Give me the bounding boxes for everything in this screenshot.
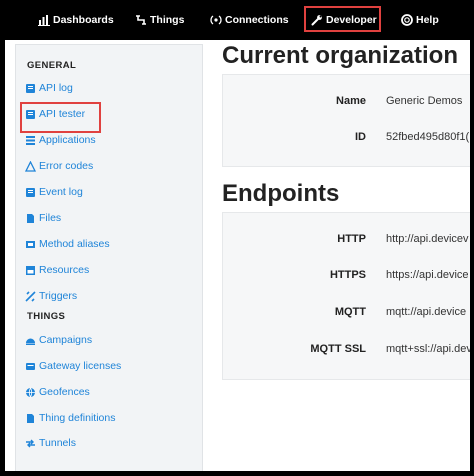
book-icon [25,187,36,198]
endpoint-row-http: HTTP http://api.devicev [223,233,470,249]
field-label: Name [336,95,366,107]
sidebar-item-label: Event log [39,186,83,198]
book-icon [25,83,36,94]
field-label: MQTT SSL [310,343,366,355]
sidebar-item-thing-definitions[interactable]: Thing definitions [25,411,115,425]
connections-icon [210,14,222,26]
sidebar-item-label: Geofences [39,386,90,398]
organization-panel: Name Generic Demos ID 52fbed495d80f1( [222,74,470,167]
field-label: HTTP [337,233,366,245]
file-icon [25,413,36,424]
nav-item-help[interactable]: Help [401,12,439,28]
endpoint-value: https://api.device [386,269,469,281]
applications-icon [25,135,36,146]
sidebar-heading-things: THINGS [27,311,66,322]
sidebar-item-label: Gateway licenses [39,360,122,372]
sidebar-item-label: Thing definitions [39,412,116,424]
endpoint-row-mqtt: MQTT mqtt://api.device [223,306,470,322]
organization-name-value: Generic Demos [386,95,463,107]
developer-highlight-box [304,6,381,32]
nav-item-label: Connections [225,14,289,26]
sidebar-item-method-aliases[interactable]: Method aliases [25,237,110,251]
content-area: GENERAL API log API tester Applications … [5,40,470,471]
tunnels-icon [25,438,36,449]
sidebar-item-geofences[interactable]: Geofences [25,385,90,399]
nav-item-connections[interactable]: Connections [210,12,289,28]
organization-title: Current organization [222,42,459,69]
nav-item-label: Dashboards [53,14,114,26]
sidebar-item-resources[interactable]: Resources [25,263,89,277]
sidebar-item-gateway-licenses[interactable]: Gateway licenses [25,359,121,373]
sidebar-item-error-codes[interactable]: Error codes [25,159,93,173]
api-tester-highlight-box [20,102,101,133]
sidebar-item-files[interactable]: Files [25,211,61,225]
things-icon [135,14,147,26]
endpoint-value: mqtt+ssl://api.dev [386,343,470,355]
field-label: MQTT [334,306,366,318]
endpoints-panel: HTTP http://api.devicev HTTPS https://ap… [222,212,470,380]
organization-id-row: ID 52fbed495d80f1( [223,131,470,147]
resources-icon [25,265,36,276]
gateway-icon [25,361,36,372]
sidebar-heading-general: GENERAL [27,60,77,71]
sidebar-item-applications[interactable]: Applications [25,133,96,147]
sidebar-item-label: Files [39,212,62,224]
help-icon [401,14,413,26]
sidebar-item-label: Triggers [39,290,78,302]
warning-icon [25,160,36,172]
sidebar-item-label: Applications [39,134,96,146]
campaigns-icon [25,335,36,346]
sidebar-item-campaigns[interactable]: Campaigns [25,333,92,347]
sidebar-item-triggers[interactable]: Triggers [25,289,77,303]
organization-id-value: 52fbed495d80f1( [386,131,470,143]
organization-name-row: Name Generic Demos [223,95,470,111]
field-label: ID [355,131,366,143]
endpoint-row-mqtt-ssl: MQTT SSL mqtt+ssl://api.dev [223,343,470,359]
endpoint-value: mqtt://api.device [386,306,467,318]
sidebar-item-label: API log [39,82,73,94]
nav-item-dashboards[interactable]: Dashboards [38,12,114,28]
sidebar-item-label: Campaigns [39,334,93,346]
nav-item-label: Things [150,14,185,26]
nav-item-label: Help [416,14,439,26]
sidebar-item-tunnels[interactable]: Tunnels [25,436,76,450]
triggers-icon [25,290,36,302]
method-icon [25,239,36,250]
endpoint-value: http://api.devicev [386,233,469,245]
sidebar-item-api-log[interactable]: API log [25,81,73,95]
globe-icon [25,387,36,398]
nav-item-things[interactable]: Things [135,12,184,28]
sidebar-item-event-log[interactable]: Event log [25,185,83,199]
endpoint-row-https: HTTPS https://api.device [223,269,470,285]
file-icon [25,213,36,224]
top-navigation-bar: Dashboards Things Connections Developer … [0,0,474,40]
sidebar: GENERAL API log API tester Applications … [15,44,203,471]
field-label: HTTPS [329,269,366,281]
dashboard-icon [38,14,50,26]
sidebar-item-label: Resources [39,264,90,276]
sidebar-item-label: Tunnels [39,437,76,449]
endpoints-title: Endpoints [222,180,340,207]
sidebar-item-label: Error codes [39,160,94,172]
sidebar-item-label: Method aliases [39,238,110,250]
